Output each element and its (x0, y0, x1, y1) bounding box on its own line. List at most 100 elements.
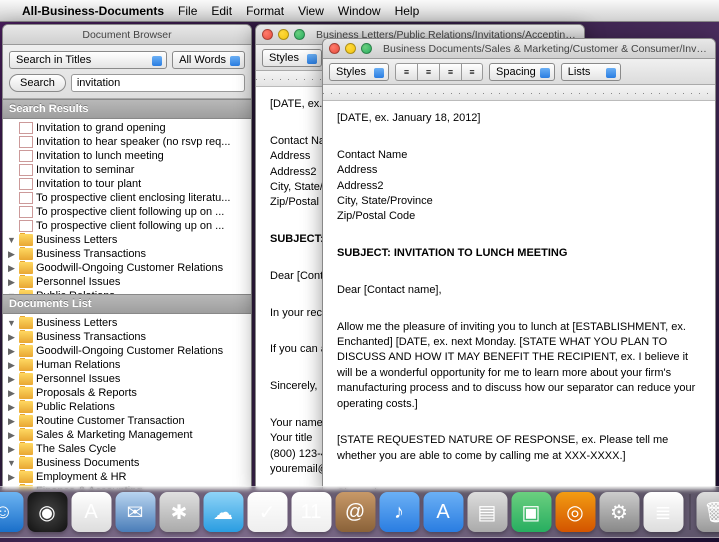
tree-item[interactable]: ▶Human Relations (3, 358, 251, 372)
doc2-ruler[interactable] (323, 85, 715, 101)
tree-item[interactable]: ▶Goodwill-Ongoing Customer Relations (3, 344, 251, 358)
doc2-toolbar: Styles ≡ ≡ ≡ ≡ Spacing Lists (323, 59, 715, 85)
tree-item[interactable]: ▶Proposals & Reports (3, 386, 251, 400)
tree-item[interactable]: ▶Sales & Marketing Management (3, 428, 251, 442)
zoom-icon[interactable] (361, 43, 372, 54)
dock-app-ichat[interactable]: ☁ (203, 492, 243, 532)
menu-file[interactable]: File (178, 4, 197, 18)
documents-list-tree[interactable]: ▼Business Letters▶Business Transactions▶… (3, 314, 251, 489)
tree-item-label: Business Transactions (36, 331, 146, 343)
disclosure-arrow-icon[interactable]: ▼ (7, 458, 16, 468)
tree-item[interactable]: ▶Public Relations (3, 400, 251, 414)
tree-item[interactable]: Invitation to grand opening (3, 121, 251, 135)
disclosure-arrow-icon[interactable]: ▶ (7, 249, 16, 260)
tree-item[interactable]: Invitation to seminar (3, 163, 251, 177)
tree-item[interactable]: Invitation to hear speaker (no rsvp req.… (3, 135, 251, 149)
tree-item[interactable]: Invitation to lunch meeting (3, 149, 251, 163)
tree-item[interactable]: ▶Goodwill-Ongoing Customer Relations (3, 261, 251, 275)
menu-help[interactable]: Help (395, 4, 420, 18)
zoom-icon[interactable] (294, 29, 305, 40)
search-scope-select[interactable]: Search in Titles (9, 51, 167, 69)
dock-app-reminders[interactable]: ✓ (247, 492, 287, 532)
lists-select[interactable]: Lists (561, 63, 621, 81)
dock-app-contacts[interactable]: @ (335, 492, 375, 532)
document-browser-window: Document Browser Search in Titles All Wo… (2, 24, 252, 490)
disclosure-arrow-icon[interactable]: ▼ (7, 235, 16, 245)
align-justify-button[interactable]: ≡ (439, 63, 461, 81)
disclosure-arrow-icon[interactable]: ▶ (7, 444, 16, 455)
tree-item[interactable]: ▶ Business Transactions (3, 330, 251, 344)
tree-item[interactable]: ▼Business Documents (3, 456, 251, 470)
disclosure-arrow-icon[interactable]: ▶ (7, 332, 16, 343)
align-left-button[interactable]: ≡ (395, 63, 417, 81)
dock-app-finder[interactable]: ☺ (0, 492, 23, 532)
menu-edit[interactable]: Edit (211, 4, 232, 18)
disclosure-arrow-icon[interactable]: ▶ (7, 360, 16, 371)
search-bar: Search in Titles All Words Search (3, 45, 251, 99)
tree-item[interactable]: ▶Business Transactions (3, 247, 251, 261)
app-name-menu[interactable]: All-Business-Documents (22, 4, 164, 18)
tree-item[interactable]: ▶Personnel Issues (3, 372, 251, 386)
menubar: All-Business-Documents File Edit Format … (0, 0, 719, 22)
disclosure-arrow-icon[interactable]: ▶ (7, 346, 16, 357)
tree-item[interactable]: Invitation to tour plant (3, 177, 251, 191)
dock-app-dashboard[interactable]: ◉ (27, 492, 67, 532)
disclosure-arrow-icon[interactable]: ▶ (7, 402, 16, 413)
folder-icon (19, 471, 33, 483)
dock-app-ical[interactable]: 11 (291, 492, 331, 532)
dock-app-itunes[interactable]: ♪ (379, 492, 419, 532)
tree-item[interactable]: To prospective client following up on ..… (3, 219, 251, 233)
styles-select[interactable]: Styles (262, 49, 322, 67)
disclosure-arrow-icon[interactable]: ▶ (7, 263, 16, 274)
tree-item[interactable]: To prospective client following up on ..… (3, 205, 251, 219)
search-mode-select[interactable]: All Words (172, 51, 245, 69)
dock-app-facetime[interactable]: ▣ (511, 492, 551, 532)
search-results-tree[interactable]: Invitation to grand openingInvitation to… (3, 119, 251, 294)
tree-item-label: Invitation to seminar (36, 164, 134, 176)
browser-titlebar[interactable]: Document Browser (3, 25, 251, 45)
tree-item[interactable]: ▶Employment & HR (3, 470, 251, 484)
search-button[interactable]: Search (9, 74, 66, 92)
dock-app-appstore[interactable]: A (423, 492, 463, 532)
menu-window[interactable]: Window (338, 4, 381, 18)
disclosure-arrow-icon[interactable]: ▶ (7, 277, 16, 288)
folder-icon (19, 429, 33, 441)
align-right-button[interactable]: ≡ (461, 63, 483, 81)
dock-app-trash[interactable]: 🗑 (696, 492, 719, 532)
folder-icon (19, 359, 33, 371)
close-icon[interactable] (262, 29, 273, 40)
close-icon[interactable] (329, 43, 340, 54)
minimize-icon[interactable] (278, 29, 289, 40)
styles-select[interactable]: Styles (329, 63, 389, 81)
disclosure-arrow-icon[interactable]: ▼ (7, 318, 16, 328)
align-center-button[interactable]: ≡ (417, 63, 439, 81)
tree-item[interactable]: ▶Routine Customer Transaction (3, 414, 251, 428)
disclosure-arrow-icon[interactable]: ▶ (7, 416, 16, 427)
dock-app-abd[interactable]: A (71, 492, 111, 532)
spacing-select[interactable]: Spacing (489, 63, 555, 81)
tree-item[interactable]: ▶The Sales Cycle (3, 442, 251, 456)
dock-app-safari[interactable]: ✱ (159, 492, 199, 532)
tree-item[interactable]: ▼Business Letters (3, 233, 251, 247)
menu-format[interactable]: Format (246, 4, 284, 18)
tree-item[interactable]: ▶Personnel Issues (3, 275, 251, 289)
dock-app-photobooth[interactable]: ◎ (555, 492, 595, 532)
menu-view[interactable]: View (298, 4, 324, 18)
dock-app-preview[interactable]: ▤ (467, 492, 507, 532)
tree-item[interactable]: To prospective client enclosing literatu… (3, 191, 251, 205)
disclosure-arrow-icon[interactable]: ▶ (7, 374, 16, 385)
dock: ☺◉A✉✱☁✓11@♪A▤▣◎⚙≣🗑 (0, 486, 719, 538)
search-input[interactable] (71, 74, 245, 92)
tree-item[interactable]: ▼Business Letters (3, 316, 251, 330)
disclosure-arrow-icon[interactable]: ▶ (7, 388, 16, 399)
doc2-body[interactable]: [DATE, ex. January 18, 2012] Contact Nam… (323, 101, 715, 489)
tree-item-label: To prospective client enclosing literatu… (36, 192, 230, 204)
minimize-icon[interactable] (345, 43, 356, 54)
disclosure-arrow-icon[interactable]: ▶ (7, 430, 16, 441)
dock-app-textedit[interactable]: ≣ (643, 492, 683, 532)
dock-app-settings[interactable]: ⚙ (599, 492, 639, 532)
folder-icon (19, 415, 33, 427)
doc2-titlebar[interactable]: Business Documents/Sales & Marketing/Cus… (323, 39, 715, 59)
dock-app-mail[interactable]: ✉ (115, 492, 155, 532)
disclosure-arrow-icon[interactable]: ▶ (7, 472, 16, 483)
